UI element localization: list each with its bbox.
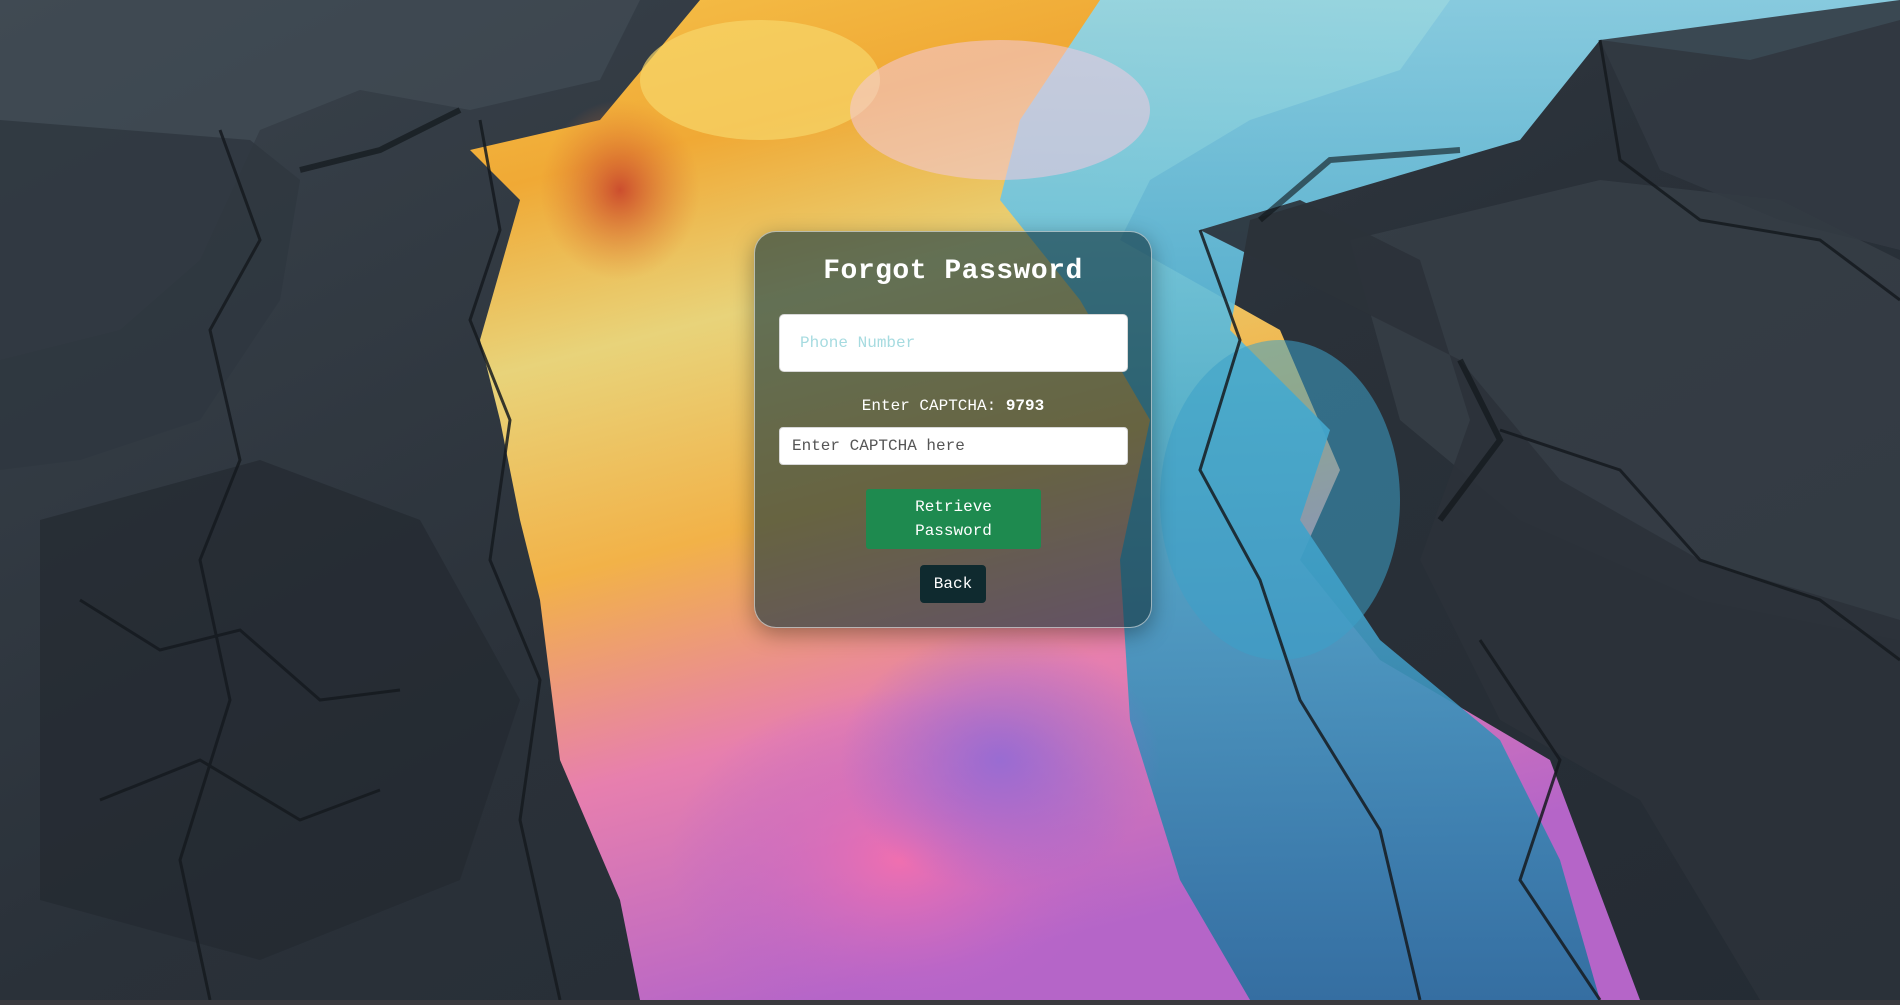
captcha-prompt-text: Enter CAPTCHA: (861, 397, 997, 415)
phone-number-input[interactable] (779, 314, 1128, 372)
page-title: Forgot Password (823, 256, 1083, 287)
captcha-input[interactable] (779, 427, 1128, 465)
window-bottom-edge (0, 1000, 1900, 1005)
captcha-code: 9793 (1005, 397, 1045, 415)
captcha-prompt: Enter CAPTCHA: 9793 (755, 397, 1151, 415)
back-button[interactable]: Back (920, 565, 986, 603)
forgot-password-card: Forgot Password Enter CAPTCHA: 9793 Retr… (754, 231, 1152, 628)
retrieve-password-button[interactable]: Retrieve Password (866, 489, 1041, 549)
